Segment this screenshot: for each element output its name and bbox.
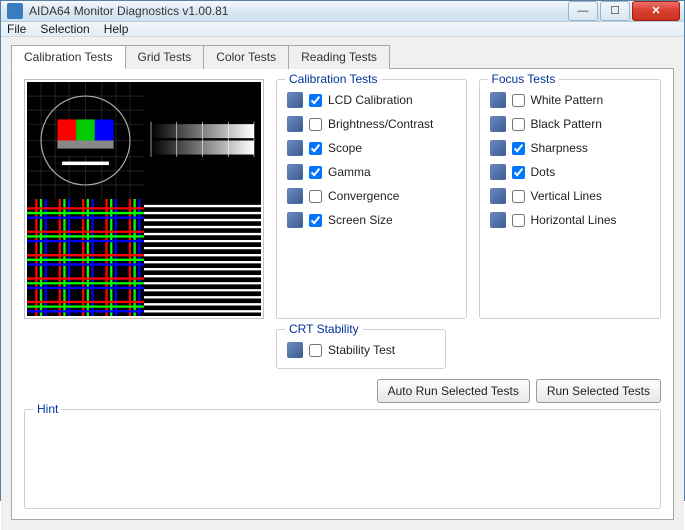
monitor-icon (490, 116, 506, 132)
focus-label[interactable]: Black Pattern (531, 117, 602, 131)
monitor-icon (287, 164, 303, 180)
focus-item: Dots (490, 164, 650, 180)
monitor-icon (287, 188, 303, 204)
crt-label[interactable]: Stability Test (328, 343, 395, 357)
focus-label[interactable]: White Pattern (531, 93, 604, 107)
calibration-checkbox[interactable] (309, 166, 322, 179)
calibration-checkbox[interactable] (309, 94, 322, 107)
group-legend: Hint (33, 402, 62, 416)
client-area: Calibration Tests Grid Tests Color Tests… (1, 37, 684, 530)
calibration-label[interactable]: Brightness/Contrast (328, 117, 433, 131)
hint-text (35, 418, 650, 498)
group-focus-tests: Focus Tests White PatternBlack PatternSh… (479, 79, 661, 319)
monitor-icon (490, 92, 506, 108)
menu-selection[interactable]: Selection (40, 22, 89, 36)
group-legend: Focus Tests (488, 72, 560, 86)
focus-checkbox[interactable] (512, 142, 525, 155)
monitor-icon (287, 212, 303, 228)
monitor-icon (490, 188, 506, 204)
tab-label: Reading Tests (301, 50, 377, 64)
group-crt-stability: CRT Stability Stability Test (276, 329, 446, 369)
menu-help[interactable]: Help (104, 22, 129, 36)
focus-checkbox[interactable] (512, 118, 525, 131)
focus-label[interactable]: Sharpness (531, 141, 588, 155)
calibration-label[interactable]: Screen Size (328, 213, 393, 227)
titlebar[interactable]: AIDA64 Monitor Diagnostics v1.00.81 — ☐ … (1, 1, 684, 22)
calibration-checkbox[interactable] (309, 190, 322, 203)
calibration-checkbox[interactable] (309, 118, 322, 131)
monitor-icon (287, 342, 303, 358)
tabs: Calibration Tests Grid Tests Color Tests… (11, 45, 674, 69)
focus-label[interactable]: Dots (531, 165, 556, 179)
app-window: AIDA64 Monitor Diagnostics v1.00.81 — ☐ … (0, 0, 685, 501)
calibration-item: Convergence (287, 188, 456, 204)
thumb-lcd-calibration[interactable] (27, 82, 144, 199)
group-legend: CRT Stability (285, 322, 363, 336)
calibration-label[interactable]: Convergence (328, 189, 399, 203)
crt-checkbox[interactable] (309, 344, 322, 357)
monitor-icon (490, 212, 506, 228)
calibration-checkbox[interactable] (309, 214, 322, 227)
button-label: Run Selected Tests (547, 384, 650, 398)
maximize-icon: ☐ (610, 6, 620, 17)
group-hint: Hint (24, 409, 661, 509)
calibration-label[interactable]: LCD Calibration (328, 93, 413, 107)
run-button[interactable]: Run Selected Tests (536, 379, 661, 403)
crt-item: Stability Test (287, 342, 435, 358)
focus-item: Sharpness (490, 140, 650, 156)
preview-thumbnails (24, 79, 264, 319)
focus-checkbox[interactable] (512, 190, 525, 203)
close-button[interactable]: ✕ (632, 1, 680, 21)
tab-color-tests[interactable]: Color Tests (204, 45, 289, 69)
window-title: AIDA64 Monitor Diagnostics v1.00.81 (29, 4, 228, 18)
app-icon (7, 3, 23, 19)
menubar: File Selection Help (1, 22, 684, 37)
focus-item: White Pattern (490, 92, 650, 108)
close-icon: ✕ (651, 6, 660, 17)
monitor-icon (490, 164, 506, 180)
tab-panel-calibration: Calibration Tests LCD Calibration Brightn… (11, 68, 674, 520)
focus-item: Black Pattern (490, 116, 650, 132)
calibration-item: Brightness/Contrast (287, 116, 456, 132)
calibration-item: Gamma (287, 164, 456, 180)
calibration-item: Scope (287, 140, 456, 156)
monitor-icon (287, 92, 303, 108)
group-legend: Calibration Tests (285, 72, 382, 86)
tab-label: Color Tests (216, 50, 276, 64)
calibration-item: LCD Calibration (287, 92, 456, 108)
monitor-icon (287, 140, 303, 156)
window-controls: — ☐ ✕ (568, 1, 684, 21)
thumb-convergence[interactable] (27, 199, 144, 316)
auto-run-button[interactable]: Auto Run Selected Tests (377, 379, 530, 403)
tab-calibration-tests[interactable]: Calibration Tests (11, 45, 126, 69)
button-label: Auto Run Selected Tests (388, 384, 519, 398)
menu-file[interactable]: File (7, 22, 26, 36)
focus-label[interactable]: Vertical Lines (531, 189, 602, 203)
focus-checkbox[interactable] (512, 166, 525, 179)
focus-checkbox[interactable] (512, 214, 525, 227)
thumb-brightness-contrast[interactable] (144, 82, 261, 199)
calibration-checkbox[interactable] (309, 142, 322, 155)
minimize-icon: — (578, 6, 589, 17)
action-buttons: Auto Run Selected Tests Run Selected Tes… (24, 379, 661, 403)
tab-reading-tests[interactable]: Reading Tests (289, 45, 390, 69)
focus-item: Vertical Lines (490, 188, 650, 204)
thumb-horizontal-lines[interactable] (144, 199, 261, 316)
tab-grid-tests[interactable]: Grid Tests (126, 45, 205, 69)
calibration-item: Screen Size (287, 212, 456, 228)
focus-checkbox[interactable] (512, 94, 525, 107)
tab-label: Grid Tests (138, 50, 192, 64)
tab-label: Calibration Tests (24, 50, 113, 64)
calibration-label[interactable]: Scope (328, 141, 362, 155)
monitor-icon (490, 140, 506, 156)
minimize-button[interactable]: — (568, 1, 598, 21)
calibration-label[interactable]: Gamma (328, 165, 371, 179)
focus-label[interactable]: Horizontal Lines (531, 213, 617, 227)
group-calibration-tests: Calibration Tests LCD CalibrationBrightn… (276, 79, 467, 319)
monitor-icon (287, 116, 303, 132)
focus-item: Horizontal Lines (490, 212, 650, 228)
maximize-button[interactable]: ☐ (600, 1, 630, 21)
